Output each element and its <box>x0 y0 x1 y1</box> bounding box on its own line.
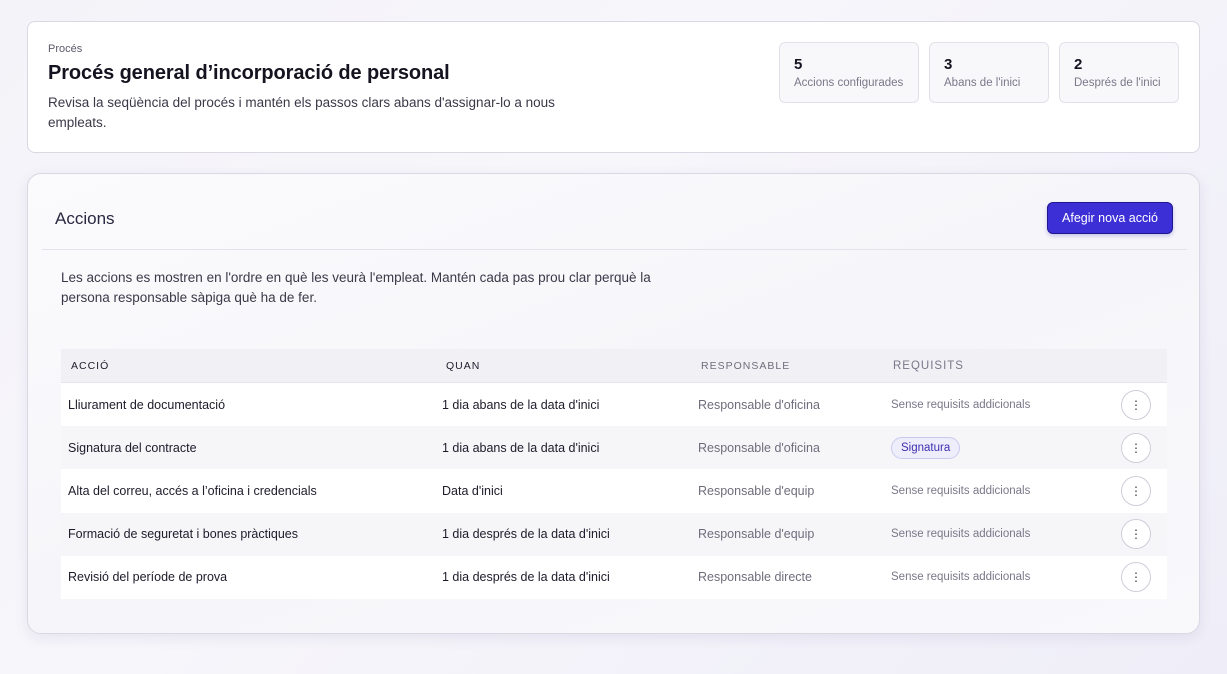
stat-label: Abans de l'inici <box>944 77 1021 89</box>
add-action-button[interactable]: Afegir nova acció <box>1047 202 1173 234</box>
requirement-badge: Signatura <box>891 436 961 459</box>
action-requirements: Sense requisits addicionals <box>891 484 1031 497</box>
stat-value: 2 <box>1074 56 1083 73</box>
page-description: Revisa la seqüència del procés i mantén … <box>48 95 555 130</box>
page-title: Procés general d’incorporació de persona… <box>48 62 450 84</box>
action-when: 1 dia abans de la data d'inici <box>442 397 600 412</box>
section-title: Accions <box>55 209 115 228</box>
column-header-action: ACCIÓ <box>71 359 110 372</box>
action-requirements: Sense requisits addicionals <box>891 528 1031 541</box>
more-options-icon[interactable]: ⋮ <box>1121 432 1151 463</box>
more-options-icon[interactable]: ⋮ <box>1121 519 1151 550</box>
action-when: Data d'inici <box>442 483 503 498</box>
stat-label: Després de l'inici <box>1074 77 1161 89</box>
action-owner: Responsable d'oficina <box>698 440 820 455</box>
stat-before-start: 3 Abans de l'inici <box>929 42 1049 103</box>
column-header-when: QUAN <box>446 359 481 372</box>
action-owner: Responsable d'equip <box>698 483 815 498</box>
actions-card: Accions Afegir nova acció Les accions es… <box>27 173 1200 634</box>
column-header-owner: RESPONSABLE <box>701 359 791 372</box>
action-requirements: Signatura <box>884 436 1121 459</box>
more-options-icon[interactable]: ⋮ <box>1121 389 1151 420</box>
more-options-icon[interactable]: ⋮ <box>1121 562 1151 593</box>
action-name: Alta del correu, accés a l’oficina i cre… <box>68 483 317 498</box>
stat-label: Accions configurades <box>794 77 904 89</box>
more-options-icon[interactable]: ⋮ <box>1121 475 1151 506</box>
stat-value: 5 <box>794 56 803 73</box>
action-name: Lliurament de documentació <box>68 397 226 412</box>
table-row: Formació de seguretat i bones pràctiques… <box>61 512 1167 556</box>
action-when: 1 dia després de la data d'inici <box>442 570 610 585</box>
table-row: Signatura del contracte 1 dia abans de l… <box>61 426 1167 470</box>
stat-after-start: 2 Després de l'inici <box>1059 42 1179 103</box>
table-row: Alta del correu, accés a l’oficina i cre… <box>61 469 1167 513</box>
action-requirements: Sense requisits addicionals <box>891 571 1031 584</box>
eyebrow-label: Procés <box>48 43 83 55</box>
column-header-requirements: REQUISITS <box>893 359 964 372</box>
action-when: 1 dia abans de la data d'inici <box>442 440 600 455</box>
action-owner: Responsable d'oficina <box>698 397 820 412</box>
action-name: Signatura del contracte <box>68 440 197 455</box>
actions-table: ACCIÓ QUAN RESPONSABLE REQUISITS Lliuram… <box>61 349 1167 599</box>
section-intro: Les accions es mostren en l'ordre en què… <box>61 270 651 305</box>
action-when: 1 dia després de la data d'inici <box>442 527 610 542</box>
stat-configured-actions: 5 Accions configurades <box>779 42 919 103</box>
table-row: Lliurament de documentació 1 dia abans d… <box>61 383 1167 427</box>
action-name: Formació de seguretat i bones pràctiques <box>68 527 298 542</box>
table-header: ACCIÓ QUAN RESPONSABLE REQUISITS <box>61 349 1167 383</box>
stat-value: 3 <box>944 56 953 73</box>
action-requirements: Sense requisits addicionals <box>891 398 1031 411</box>
table-row: Revisió del període de prova 1 dia despr… <box>61 555 1167 599</box>
process-header-card: Procés Procés general d’incorporació de … <box>27 21 1200 153</box>
divider <box>42 249 1187 250</box>
action-name: Revisió del període de prova <box>68 570 228 585</box>
action-owner: Responsable d'equip <box>698 527 815 542</box>
action-owner: Responsable directe <box>698 570 812 585</box>
